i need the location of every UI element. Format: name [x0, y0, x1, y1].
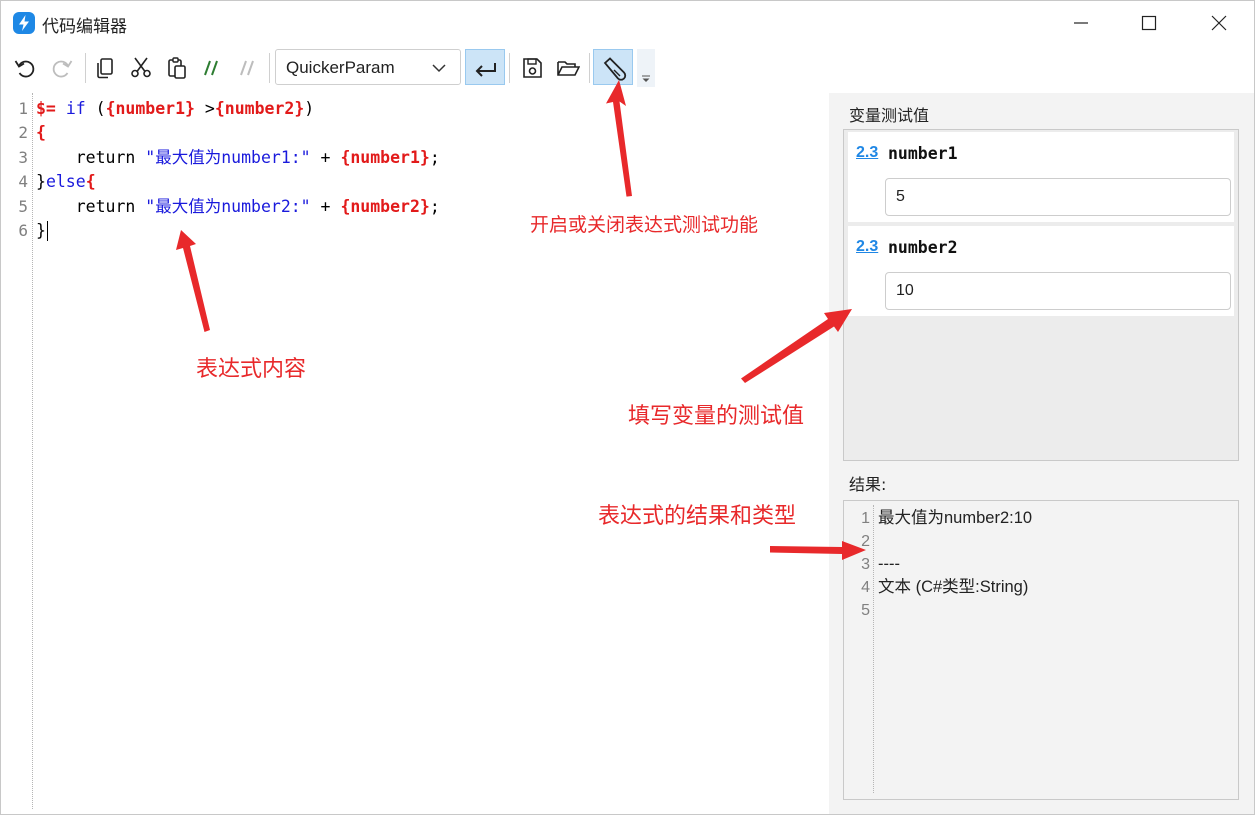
arrow-to-test-toggle	[606, 80, 632, 197]
annotation-toggle-test: 开启或关闭表达式测试功能	[530, 214, 759, 236]
annotation-result-and-type: 表达式的结果和类型	[598, 504, 797, 529]
annotation-expression-content: 表达式内容	[196, 357, 307, 382]
annotation-fill-test-values: 填写变量的测试值	[628, 404, 805, 429]
arrow-to-result	[770, 541, 866, 560]
arrow-to-expression	[176, 230, 210, 332]
arrow-to-variables	[741, 309, 852, 383]
